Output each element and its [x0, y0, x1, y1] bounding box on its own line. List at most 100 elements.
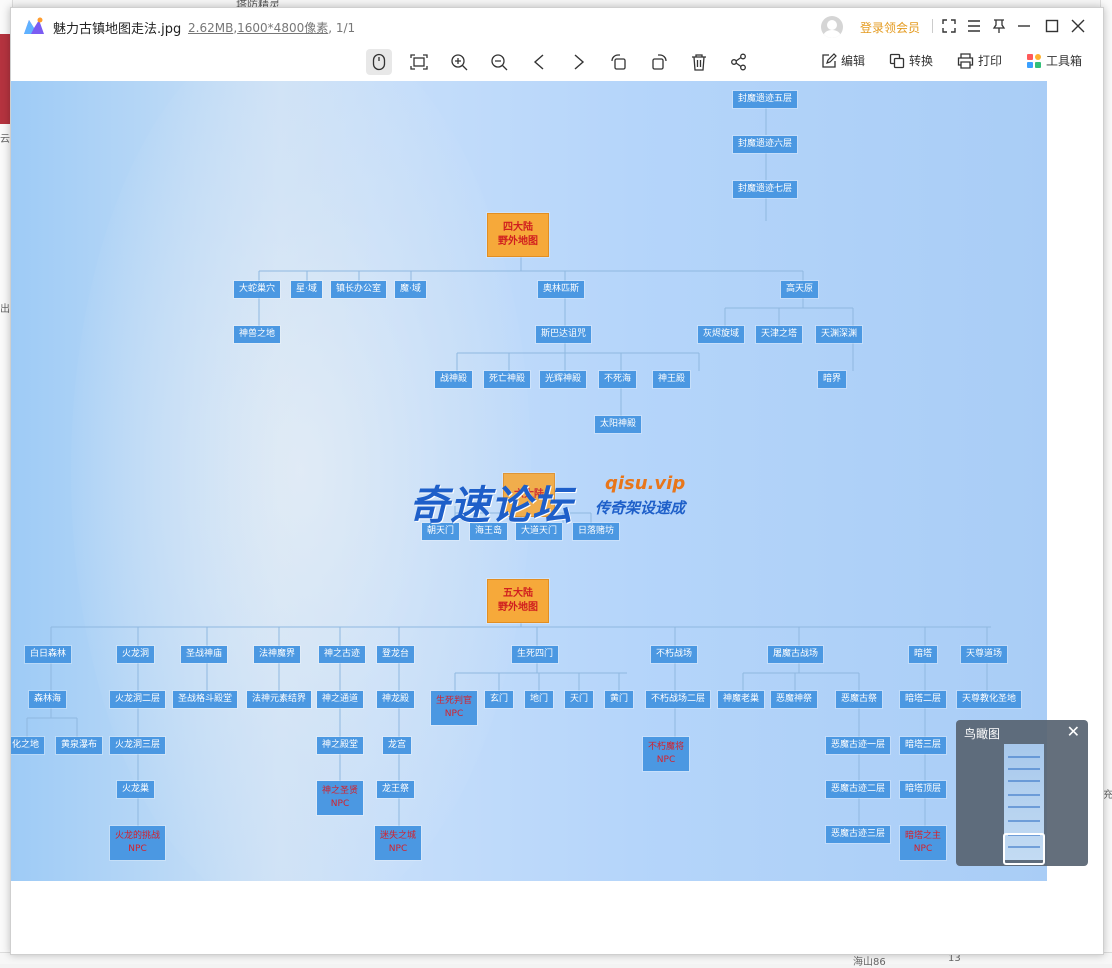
print-button[interactable]: 打印	[957, 52, 1002, 69]
rotate-left-icon[interactable]	[606, 49, 632, 75]
menu-icon[interactable]	[964, 16, 984, 36]
toolbox-icon	[1027, 53, 1041, 68]
map-node: 恶魔神祭	[771, 691, 818, 708]
npc-tag: NPC	[656, 755, 676, 765]
map-node: 神兽之地	[234, 326, 281, 343]
fit-screen-icon[interactable]	[406, 49, 432, 75]
map-node: 白日森林	[25, 646, 72, 663]
map-node: 生死四门	[512, 646, 559, 663]
npc-name: 生死判官	[436, 696, 473, 706]
zoom-in-icon[interactable]	[446, 49, 472, 75]
npc-name: 迷失之城	[380, 831, 417, 841]
user-avatar-icon[interactable]	[821, 16, 843, 38]
convert-button[interactable]: 转换	[889, 52, 933, 69]
image-dimensions: 1600*4800像素	[237, 21, 329, 35]
map-node: 暗塔	[909, 646, 938, 663]
maximize-icon[interactable]	[1042, 16, 1062, 36]
title-bar: 魅力古镇地图走法.jpg 2.62MB,1600*4800像素, 1/1 登录领…	[11, 8, 1103, 44]
title-separator	[932, 19, 933, 33]
background-fragment-text: 云	[0, 134, 10, 145]
page-counter: 1/1	[335, 21, 356, 35]
map-node: 大蛇巢穴	[234, 281, 281, 298]
map-node: 恶魔古迹二层	[826, 781, 891, 798]
map-node: 法神魔界	[254, 646, 301, 663]
file-title: 魅力古镇地图走法.jpg	[53, 22, 182, 37]
image-canvas[interactable]: 封魔遗迹五层 封魔遗迹六层 封魔遗迹七层 四大陆 野外地图 大蛇巢穴 星·域 镇…	[11, 81, 1047, 881]
map-node: 暗塔三层	[900, 737, 947, 754]
map-node: 光辉神殿	[540, 371, 587, 388]
root-line: 四大陆	[503, 222, 533, 233]
birdseye-viewport-frame[interactable]	[1003, 833, 1045, 865]
printer-icon	[957, 52, 974, 69]
map-node: 死亡神殿	[484, 371, 531, 388]
share-icon[interactable]	[726, 49, 752, 75]
map-node: 圣战格斗殿堂	[173, 691, 238, 708]
rotate-right-icon[interactable]	[646, 49, 672, 75]
watermark-main: 奇速论坛	[409, 483, 573, 529]
zoom-out-icon[interactable]	[486, 49, 512, 75]
delete-icon[interactable]	[686, 49, 712, 75]
map-npc-node: 暗塔之主 NPC	[900, 826, 947, 860]
map-node: 天门	[565, 691, 594, 708]
file-meta: 2.62MB,1600*4800像素, 1/1	[188, 21, 356, 35]
map-node: 神龙殿	[377, 691, 415, 708]
close-icon[interactable]	[1068, 16, 1088, 36]
npc-name: 神之圣贤	[322, 786, 359, 796]
root-line: 野外地图	[498, 602, 538, 613]
map-node: 法神元素结界	[247, 691, 312, 708]
print-label: 打印	[978, 54, 1003, 68]
birdseye-close-icon[interactable]: ✕	[1067, 722, 1080, 741]
map-node: 暗塔顶层	[900, 781, 947, 798]
npc-name: 不朽魔将	[648, 742, 685, 752]
map-npc-node: 迷失之城 NPC	[375, 826, 422, 860]
map-node: 太阳神殿	[595, 416, 642, 433]
map-npc-node: 火龙的挑战 NPC	[110, 826, 166, 860]
map-node: 玄门	[485, 691, 514, 708]
root-line: 野外地图	[498, 236, 538, 247]
map-node: 灰烬旋域	[698, 326, 745, 343]
map-node: 神之殿堂	[317, 737, 364, 754]
edit-button[interactable]: 编辑	[821, 52, 865, 69]
map-node: 化之地	[11, 737, 45, 754]
npc-tag: NPC	[330, 799, 350, 809]
toolbox-button[interactable]: 工具箱	[1026, 52, 1082, 69]
map-node: 黄泉瀑布	[56, 737, 103, 754]
map-node: 森林海	[29, 691, 67, 708]
map-node: 天津之塔	[756, 326, 803, 343]
map-node: 恶魔古迹一层	[826, 737, 891, 754]
convert-label: 转换	[909, 54, 934, 68]
map-node: 火龙洞	[117, 646, 155, 663]
edit-label: 编辑	[841, 54, 866, 68]
map-npc-node: 神之圣贤 NPC	[317, 781, 364, 815]
fullscreen-icon[interactable]	[939, 16, 959, 36]
watermark-sub: 传奇架设速成	[595, 499, 686, 517]
toolbar: 编辑 转换 打印 工具箱	[11, 46, 1103, 80]
birdseye-panel[interactable]: 鸟瞰图 ✕	[956, 720, 1088, 866]
background-fragment-text: 海山86	[853, 957, 886, 968]
map-node: 地门	[525, 691, 554, 708]
pin-icon[interactable]	[989, 16, 1009, 36]
vip-login-link[interactable]: 登录领会员	[860, 19, 920, 36]
map-node: 日落赌坊	[573, 523, 620, 540]
map-node: 神之古迹	[319, 646, 366, 663]
map-node: 封魔遗迹七层	[733, 181, 798, 198]
map-npc-node: 不朽魔将 NPC	[643, 737, 690, 771]
map-node: 高天原	[781, 281, 819, 298]
map-npc-node: 生死判官 NPC	[431, 691, 478, 725]
map-node: 封魔遗迹六层	[733, 136, 798, 153]
birdseye-title: 鸟瞰图	[964, 727, 1001, 741]
map-node: 战神殿	[435, 371, 473, 388]
next-icon[interactable]	[566, 49, 592, 75]
map-node: 龙王祭	[377, 781, 415, 798]
map-node: 不死海	[599, 371, 637, 388]
file-size[interactable]: 2.62MB	[188, 21, 233, 35]
npc-tag: NPC	[388, 844, 408, 854]
image-viewer-window: 魅力古镇地图走法.jpg 2.62MB,1600*4800像素, 1/1 登录领…	[10, 7, 1104, 955]
map-node: 天尊教化圣地	[957, 691, 1022, 708]
map-node: 天尊道场	[961, 646, 1008, 663]
minimize-icon[interactable]	[1014, 16, 1034, 36]
npc-name: 暗塔之主	[905, 831, 942, 841]
previous-icon[interactable]	[526, 49, 552, 75]
mouse-mode-icon[interactable]	[366, 49, 392, 75]
map-node: 神魔老巢	[718, 691, 765, 708]
